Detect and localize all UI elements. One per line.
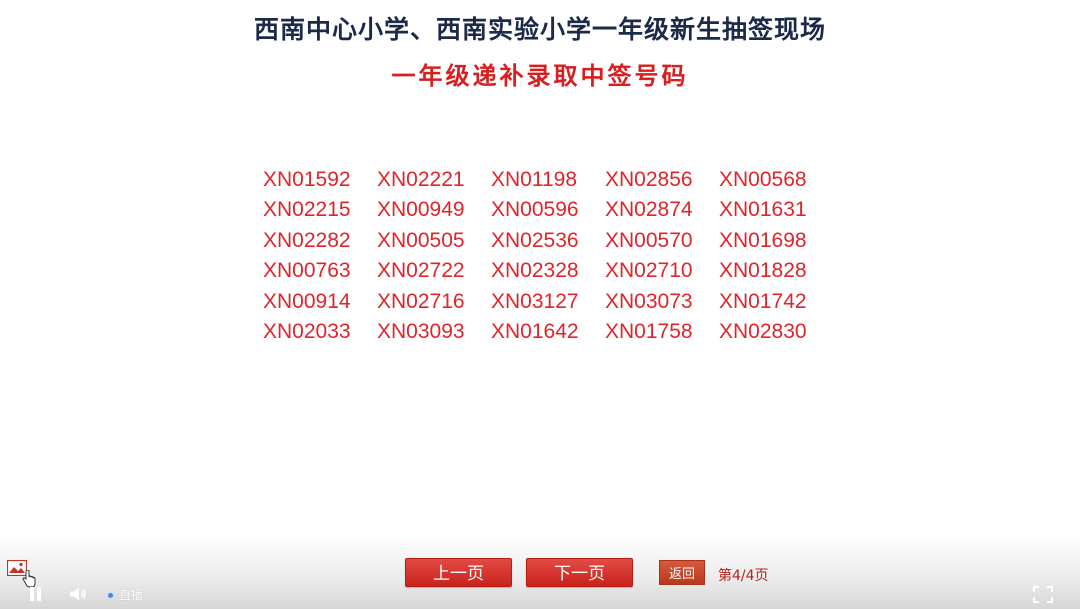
lottery-number: XN02536	[491, 228, 579, 252]
lottery-number: XN02282	[263, 228, 351, 252]
fullscreen-icon[interactable]	[1033, 586, 1053, 603]
lottery-number: XN01592	[263, 168, 351, 191]
live-label: 直播	[119, 588, 144, 602]
lottery-number: XN01698	[719, 228, 807, 252]
lottery-number: XN02033	[263, 319, 351, 343]
lottery-number: XN03073	[605, 289, 693, 313]
back-button[interactable]: 返回	[659, 560, 705, 585]
prev-page-button[interactable]: 上一页	[405, 558, 512, 587]
lottery-number: XN02722	[377, 259, 465, 283]
slide-page: 西南中心小学、西南实验小学一年级新生抽签现场 一年级递补录取中签号码 XN015…	[0, 0, 1080, 609]
lottery-number: XN01631	[719, 198, 807, 222]
lottery-number: XN02830	[719, 319, 807, 343]
lottery-number: XN00570	[605, 228, 693, 252]
lottery-number: XN00596	[491, 198, 579, 222]
lottery-number: XN01642	[491, 319, 579, 343]
lottery-number: XN02221	[377, 168, 465, 191]
pause-icon[interactable]	[29, 586, 42, 602]
page-indicator: 第4/4页	[718, 568, 769, 584]
lottery-number-grid: XN01592 XN02221 XN01198 XN02856 XN00568 XN022…	[263, 165, 833, 347]
next-page-button[interactable]: 下一页	[526, 558, 633, 587]
live-indicator-dot	[108, 593, 113, 598]
lottery-number: XN02710	[605, 259, 693, 283]
page-title: 西南中心小学、西南实验小学一年级新生抽签现场	[253, 15, 826, 44]
lottery-number: XN00763	[263, 259, 351, 283]
player-control-bar: 上一页 下一页 返回 第4/4页 直播	[0, 534, 1080, 609]
lottery-number: XN00914	[263, 289, 351, 313]
lottery-number: XN02215	[263, 198, 351, 222]
lottery-number: XN01198	[491, 168, 578, 191]
lottery-number: XN02716	[377, 289, 465, 313]
lottery-number: XN02328	[491, 259, 579, 283]
lottery-number: XN03093	[377, 319, 465, 343]
lottery-number: XN00949	[377, 198, 465, 222]
volume-icon[interactable]	[69, 586, 88, 602]
lottery-number: XN01828	[719, 259, 807, 283]
lottery-number: XN01758	[605, 319, 693, 343]
lottery-number: XN03127	[491, 289, 579, 313]
lottery-number: XN00568	[719, 168, 807, 191]
page-subtitle: 一年级递补录取中签号码	[391, 61, 689, 90]
lottery-number: XN01742	[719, 289, 807, 313]
lottery-number: XN02874	[605, 198, 693, 222]
lottery-number: XN02856	[605, 168, 693, 191]
lottery-number: XN00505	[377, 228, 465, 252]
